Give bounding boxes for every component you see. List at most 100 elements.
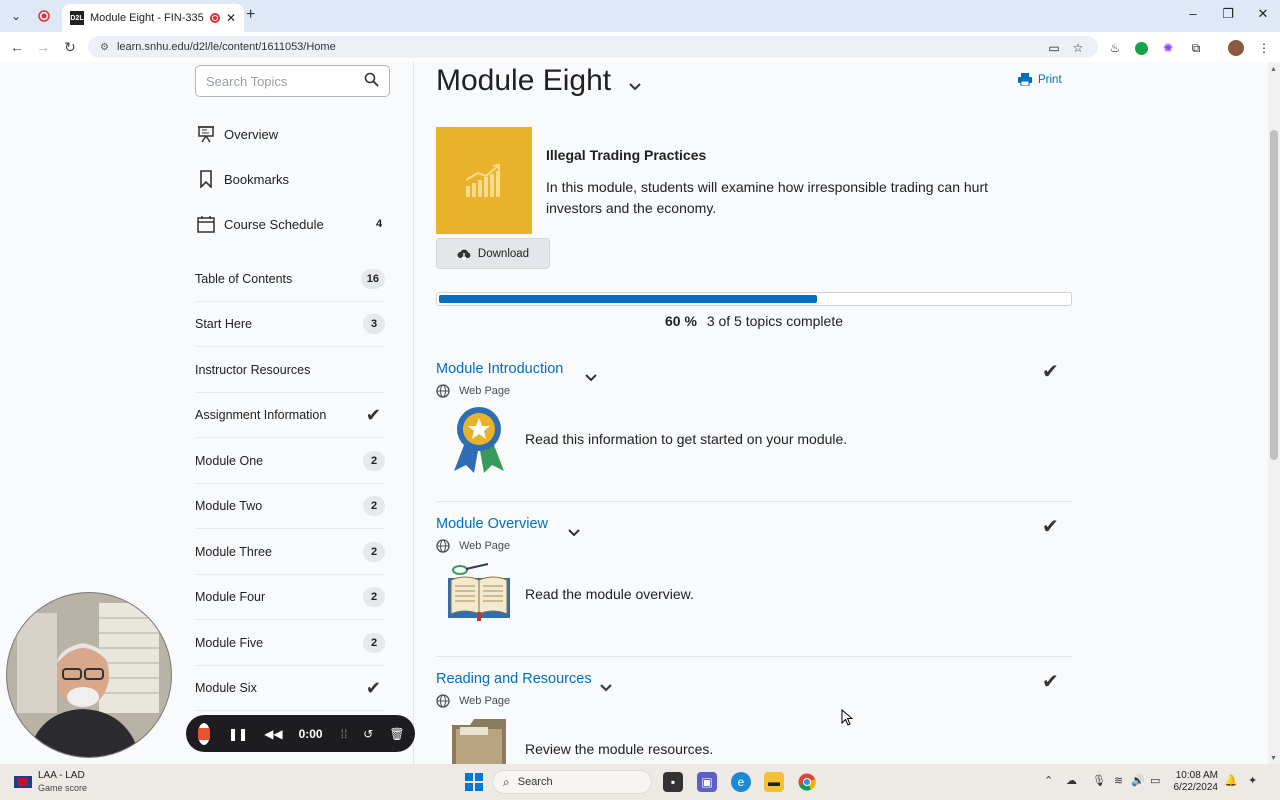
toc-item-module-six[interactable]: Module Six ✔ xyxy=(195,666,385,711)
sidebar-item-overview[interactable]: Overview xyxy=(195,124,390,144)
topic-type: Web Page xyxy=(436,539,510,553)
topic-type-label: Web Page xyxy=(459,695,511,707)
close-window-button[interactable]: ✕ xyxy=(1248,6,1278,22)
stop-recording-button[interactable] xyxy=(198,722,210,745)
toc-item-module-three[interactable]: Module Three 2 xyxy=(195,530,385,575)
schedule-count-badge: 4 xyxy=(375,218,383,230)
topic-link[interactable]: Reading and Resources xyxy=(436,671,592,687)
divider xyxy=(436,656,1072,657)
search-input[interactable]: Search Topics xyxy=(206,74,364,89)
rewind-icon[interactable]: ◀◀ xyxy=(264,727,282,741)
extensions-puzzle-icon[interactable]: ⧉ xyxy=(1188,40,1204,56)
news-widget[interactable]: LAA - LAD Game score xyxy=(14,770,87,794)
tab-close-icon[interactable]: ✕ xyxy=(226,11,236,25)
cast-icon[interactable]: ▭ xyxy=(1046,40,1062,56)
bookmark-star-icon[interactable]: ☆ xyxy=(1070,40,1086,56)
toc-item-module-four[interactable]: Module Four 2 xyxy=(195,575,385,620)
toc-item-label: Assignment Information xyxy=(195,408,327,422)
d2l-favicon-icon: D2L xyxy=(70,11,84,25)
topic-link[interactable]: Module Introduction xyxy=(436,361,563,377)
edge-icon[interactable]: e xyxy=(731,772,751,792)
page-scrollbar[interactable]: ▲ ▼ xyxy=(1268,62,1280,764)
back-button[interactable]: ← xyxy=(8,39,26,55)
profile-avatar[interactable] xyxy=(1228,40,1244,56)
globe-icon xyxy=(436,694,450,708)
scrollbar-thumb[interactable] xyxy=(1270,130,1278,460)
toc-item-module-five[interactable]: Module Five 2 xyxy=(195,621,385,666)
site-info-icon[interactable]: ⚙ xyxy=(100,42,109,53)
print-button[interactable]: Print xyxy=(1018,73,1062,86)
search-topics-field[interactable]: Search Topics xyxy=(195,65,390,97)
pause-icon[interactable]: ❚❚ xyxy=(228,727,248,741)
chevron-down-icon[interactable] xyxy=(568,524,580,542)
topic-type: Web Page xyxy=(436,384,510,398)
module-description: In this module, students will examine ho… xyxy=(546,179,989,216)
topic-type-label: Web Page xyxy=(459,540,511,552)
toc-item-instructor-resources[interactable]: Instructor Resources xyxy=(195,348,385,393)
wifi-icon[interactable]: ≋ xyxy=(1114,774,1123,787)
toc-item-label: Module Four xyxy=(195,590,266,604)
topic-link[interactable]: Module Overview xyxy=(436,516,548,532)
system-clock[interactable]: 10:08 AM 6/22/2024 xyxy=(1168,770,1219,794)
reload-button[interactable]: ↻ xyxy=(61,39,79,56)
webcam-overlay[interactable] xyxy=(6,592,172,758)
chrome-icon[interactable] xyxy=(797,772,817,792)
topic-type: Web Page xyxy=(436,694,510,708)
address-bar[interactable]: ⚙ learn.snhu.edu/d2l/le/content/1611053/… xyxy=(88,36,1098,58)
chevron-up-icon[interactable]: ⌃ xyxy=(1044,774,1053,787)
scroll-down-icon[interactable]: ▼ xyxy=(1270,755,1277,762)
toc-item-module-one[interactable]: Module One 2 xyxy=(195,439,385,484)
grammarly-icon[interactable] xyxy=(1133,40,1149,56)
new-tab-button[interactable]: + xyxy=(246,6,255,24)
copilot-icon[interactable]: ✦ xyxy=(1248,774,1257,787)
minimize-button[interactable]: – xyxy=(1178,6,1208,21)
sidebar-item-label: Bookmarks xyxy=(224,171,290,187)
checkmark-icon: ✔ xyxy=(1042,516,1059,538)
toc-item-assignment-information[interactable]: Assignment Information ✔ xyxy=(195,393,385,438)
chevron-down-icon[interactable] xyxy=(629,78,641,96)
extension-spark-icon[interactable]: ✺ xyxy=(1160,40,1176,56)
toc-item-module-two[interactable]: Module Two 2 xyxy=(195,484,385,529)
sidebar-item-label: Overview xyxy=(224,126,279,142)
search-icon[interactable] xyxy=(364,72,379,90)
extension-flame-icon[interactable]: ♨ xyxy=(1107,40,1123,56)
taskbar-search[interactable]: ⌕ Search xyxy=(492,770,652,794)
download-button[interactable]: Download xyxy=(436,238,550,269)
count-badge: 2 xyxy=(363,633,385,653)
tab-title: Module Eight - FIN-335-12 xyxy=(90,12,204,24)
module-title: Illegal Trading Practices xyxy=(546,147,707,163)
volume-icon[interactable]: 🔊 xyxy=(1131,774,1145,787)
toc-item-label: Start Here xyxy=(195,317,252,331)
notifications-bell-icon[interactable]: 🔔 xyxy=(1224,774,1238,787)
grid-icon[interactable]: ⁞⁞ xyxy=(341,727,348,741)
trash-icon[interactable]: 🗑 xyxy=(389,727,404,741)
windows-taskbar: LAA - LAD Game score ⌕ Search ▪ ▣ e ▬ ⌃ … xyxy=(0,764,1280,800)
toc-item-label: Module One xyxy=(195,454,264,468)
sidebar-divider xyxy=(413,62,414,764)
windows-start-icon[interactable] xyxy=(464,772,484,792)
task-view-icon[interactable]: ▪ xyxy=(663,772,683,792)
toc-item-table-of-contents[interactable]: Table of Contents 16 xyxy=(195,257,385,302)
tab-list-icon[interactable]: ⌄ xyxy=(6,6,26,26)
toc-item-start-here[interactable]: Start Here 3 xyxy=(195,302,385,347)
count-badge: 2 xyxy=(363,587,385,607)
chevron-down-icon[interactable] xyxy=(585,369,597,387)
microphone-icon[interactable]: 🎙 xyxy=(1092,774,1106,787)
restore-button[interactable]: ❐ xyxy=(1213,6,1243,22)
growth-chart-icon xyxy=(465,163,500,197)
sidebar-item-course-schedule[interactable]: Course Schedule 4 xyxy=(195,214,390,234)
forward-button[interactable]: → xyxy=(34,39,52,55)
file-explorer-icon[interactable]: ▬ xyxy=(764,772,784,792)
recording-tab-icon[interactable] xyxy=(34,6,54,26)
onedrive-icon[interactable]: ☁ xyxy=(1066,774,1077,787)
teams-icon[interactable]: ▣ xyxy=(697,772,717,792)
battery-icon[interactable]: ▭ xyxy=(1150,774,1160,787)
chevron-down-icon[interactable] xyxy=(600,679,612,697)
sidebar-item-bookmarks[interactable]: Bookmarks xyxy=(195,169,390,189)
browser-menu-icon[interactable]: ⋮ xyxy=(1256,40,1272,56)
count-badge: 3 xyxy=(363,314,385,334)
scroll-up-icon[interactable]: ▲ xyxy=(1270,66,1277,73)
restart-icon[interactable]: ↺ xyxy=(363,727,373,741)
calendar-icon xyxy=(195,214,217,234)
active-tab[interactable]: D2L Module Eight - FIN-335-12 ✕ xyxy=(62,4,244,32)
